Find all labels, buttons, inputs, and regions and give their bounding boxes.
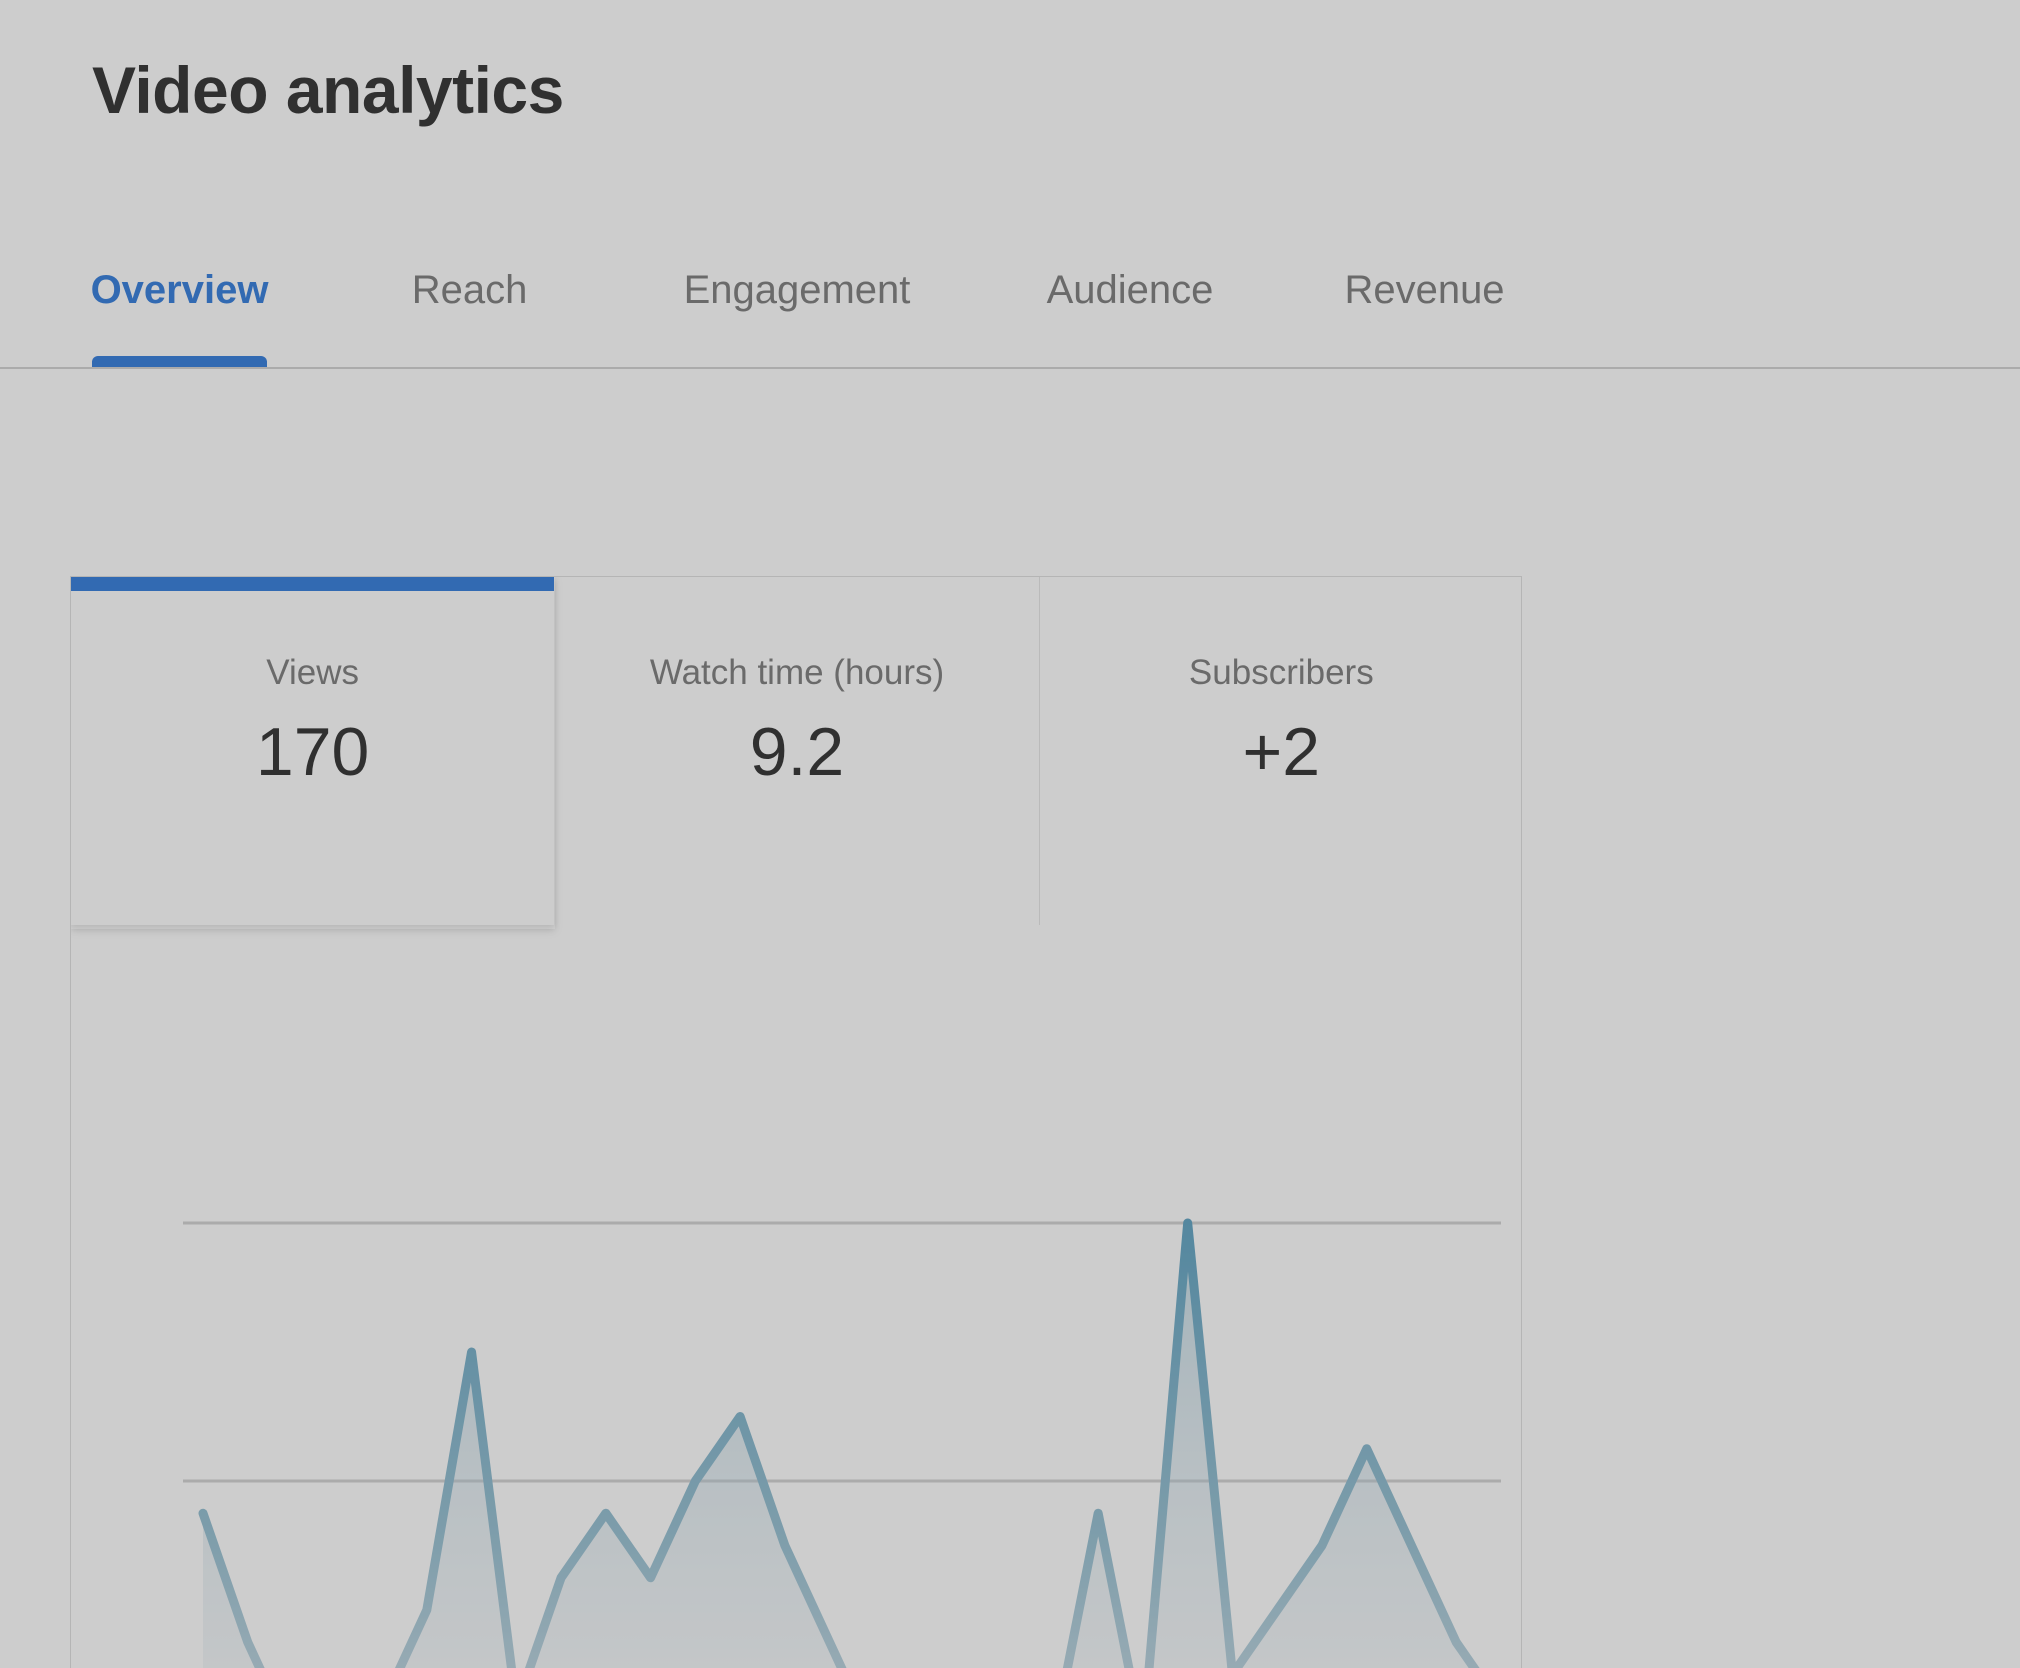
metric-tabs-row: Views 170 Watch time (hours) 9.2 Subscri… [71, 577, 1521, 925]
video-analytics-page: Video analytics Overview Reach Engagemen… [0, 0, 2020, 1668]
metric-accent-bar [555, 577, 1038, 591]
analytics-tabstrip: Overview Reach Engagement Audience Reven… [0, 240, 2020, 368]
tab-reach-label: Reach [411, 268, 528, 312]
tab-revenue[interactable]: Revenue [1343, 240, 1506, 368]
chart-svg [183, 1218, 1501, 1668]
metric-tab-views[interactable]: Views 170 [71, 577, 555, 925]
chart-area-fill [203, 1223, 1475, 1668]
tabstrip-divider [0, 367, 2020, 369]
tab-overview[interactable]: Overview [90, 240, 269, 368]
tab-engagement-label: Engagement [683, 268, 911, 312]
chart-gridlines [183, 1221, 1501, 1483]
metric-selected-accent-bar [71, 577, 555, 591]
metric-label-watch-time: Watch time (hours) [649, 653, 945, 692]
metric-value-views: 170 [255, 714, 370, 790]
tab-engagement[interactable]: Engagement [672, 240, 922, 368]
views-over-time-chart[interactable] [71, 925, 1521, 1668]
tab-revenue-label: Revenue [1344, 268, 1505, 312]
metric-value-watch-time: 9.2 [749, 714, 845, 790]
tab-reach[interactable]: Reach [407, 240, 532, 368]
tab-audience[interactable]: Audience [1040, 240, 1220, 368]
tab-audience-label: Audience [1046, 268, 1214, 312]
overview-metrics-card: Views 170 Watch time (hours) 9.2 Subscri… [70, 576, 1522, 1668]
metric-label-subscribers: Subscribers [1188, 653, 1374, 692]
tab-overview-label: Overview [90, 268, 269, 312]
metric-value-subscribers: +2 [1242, 714, 1321, 790]
metric-tab-subscribers[interactable]: Subscribers +2 [1038, 577, 1521, 925]
metric-accent-bar [1040, 577, 1521, 591]
metric-tab-watch-time[interactable]: Watch time (hours) 9.2 [554, 577, 1038, 925]
metric-label-views: Views [266, 653, 360, 692]
page-title: Video analytics [92, 53, 564, 127]
